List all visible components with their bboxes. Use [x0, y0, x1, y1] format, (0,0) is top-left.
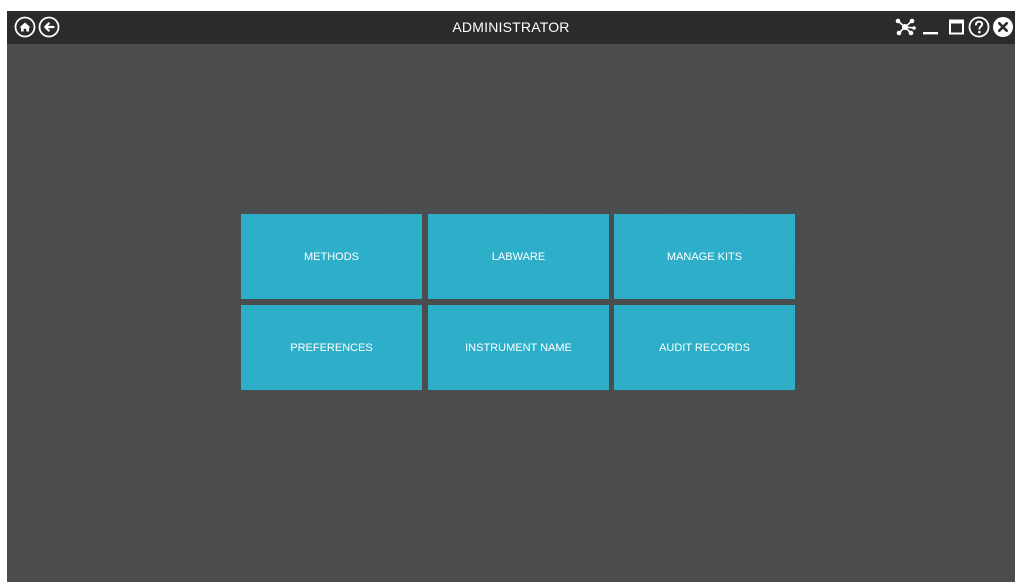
help-icon[interactable]: [968, 16, 990, 38]
network-icon[interactable]: [894, 16, 916, 38]
labware-tile[interactable]: LABWARE: [428, 214, 609, 299]
title-bar: ADMINISTRATOR: [7, 11, 1015, 44]
window-title: ADMINISTRATOR: [452, 19, 570, 35]
preferences-tile[interactable]: PREFERENCES: [241, 305, 422, 390]
restore-icon[interactable]: [945, 16, 967, 38]
methods-tile[interactable]: METHODS: [241, 214, 422, 299]
app-window: ADMINISTRATOR METHODS LABWARE MANAGE KIT…: [7, 11, 1015, 582]
minimize-icon[interactable]: [920, 16, 942, 38]
audit-records-tile[interactable]: AUDIT RECORDS: [614, 305, 795, 390]
admin-tile-grid: METHODS LABWARE MANAGE KITS PREFERENCES …: [241, 214, 795, 390]
manage-kits-tile[interactable]: MANAGE KITS: [614, 214, 795, 299]
close-icon[interactable]: [992, 16, 1014, 38]
instrument-name-tile[interactable]: INSTRUMENT NAME: [428, 305, 609, 390]
